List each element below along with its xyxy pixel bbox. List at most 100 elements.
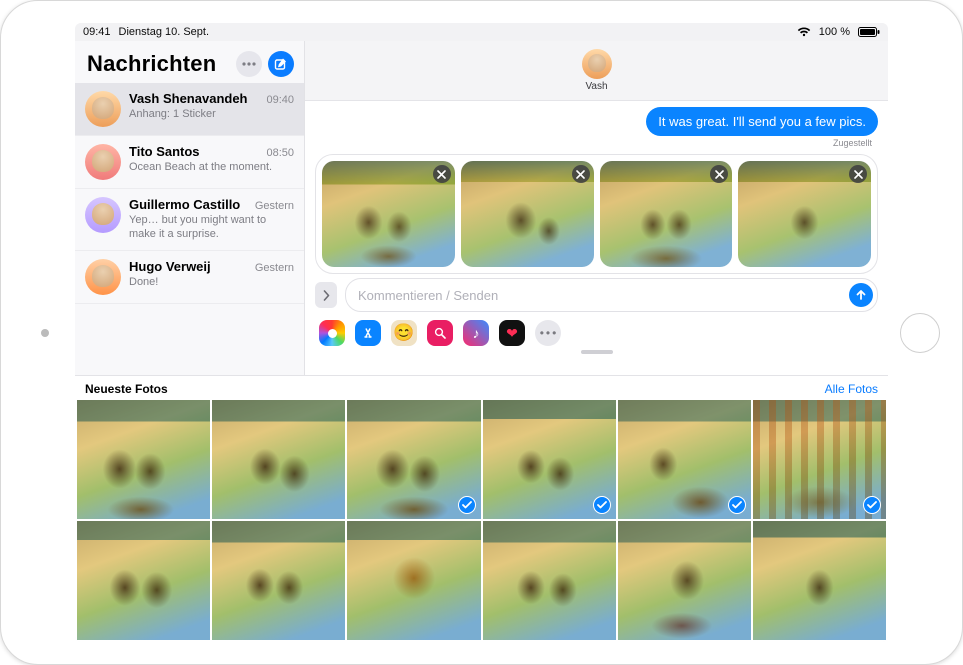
compose-button[interactable] — [268, 51, 294, 77]
ellipsis-icon — [242, 62, 256, 66]
selected-badge — [863, 496, 881, 514]
drawer-images-icon[interactable] — [427, 320, 453, 346]
conversation-name: Hugo Verweij — [129, 259, 211, 274]
conversation-time: Gestern — [255, 200, 294, 212]
conversation-time: 09:40 — [266, 94, 294, 106]
photo-cell[interactable] — [347, 521, 480, 640]
close-icon — [437, 170, 446, 179]
photo-cell[interactable] — [753, 400, 886, 519]
remove-photo-button[interactable] — [572, 165, 590, 183]
check-icon — [597, 501, 607, 509]
all-photos-link[interactable]: Alle Fotos — [825, 382, 878, 396]
chat-panel: Vash It was great. I'll send you a few p… — [305, 41, 888, 375]
avatar — [85, 197, 121, 233]
input-row — [305, 274, 888, 318]
photo-cell[interactable] — [347, 400, 480, 519]
photo-cell[interactable] — [212, 521, 345, 640]
search-icon — [434, 327, 446, 339]
chat-header-name: Vash — [585, 81, 607, 92]
remove-photo-button[interactable] — [710, 165, 728, 183]
arrow-up-icon — [855, 289, 867, 301]
photos-section-title: Neueste Fotos — [85, 382, 168, 396]
conversation-name: Vash Shenavandeh — [129, 91, 248, 106]
photo-cell[interactable] — [753, 521, 886, 640]
staged-photo[interactable] — [461, 161, 594, 267]
photos-section: Neueste Fotos Alle Fotos — [75, 375, 888, 642]
selected-badge — [593, 496, 611, 514]
wifi-icon — [797, 27, 811, 37]
sidebar: Nachrichten — [75, 41, 305, 375]
photos-grid — [75, 400, 888, 642]
staged-photo[interactable] — [738, 161, 871, 267]
photo-cell[interactable] — [483, 400, 616, 519]
photo-cell[interactable] — [77, 521, 210, 640]
close-icon — [715, 170, 724, 179]
conversation-item[interactable]: Tito Santos 08:50 Ocean Beach at the mom… — [75, 136, 304, 189]
staged-photo[interactable] — [600, 161, 733, 267]
expand-apps-button[interactable] — [315, 282, 337, 308]
staged-photos-container — [315, 154, 878, 274]
photo-cell[interactable] — [618, 521, 751, 640]
message-input-wrap — [345, 278, 878, 312]
conversation-time: 08:50 — [266, 147, 294, 159]
conversation-item[interactable]: Vash Shenavandeh 09:40 Anhang: 1 Sticker — [75, 83, 304, 136]
check-icon — [462, 501, 472, 509]
conversation-item[interactable]: Guillermo Castillo Gestern Yep… but you … — [75, 189, 304, 251]
conversation-preview: Anhang: 1 Sticker — [129, 108, 294, 122]
drawer-memoji-icon[interactable]: 😊 — [391, 320, 417, 346]
avatar — [85, 144, 121, 180]
screen: 09:41 Dienstag 10. Sept. 100 % Nachricht… — [75, 23, 888, 642]
app-drawer: 😊 ♪ ❤ ••• — [305, 318, 888, 350]
photo-cell[interactable] — [77, 400, 210, 519]
photo-cell[interactable] — [212, 400, 345, 519]
staged-photo[interactable] — [322, 161, 455, 267]
selected-badge — [728, 496, 746, 514]
status-bar: 09:41 Dienstag 10. Sept. 100 % — [75, 23, 888, 41]
conversation-list: Vash Shenavandeh 09:40 Anhang: 1 Sticker… — [75, 83, 304, 375]
close-icon — [854, 170, 863, 179]
messages-area: It was great. I'll send you a few pics. … — [305, 101, 888, 150]
battery-full-icon — [858, 27, 880, 37]
chat-header[interactable]: Vash — [305, 41, 888, 101]
delivery-status: Zugestellt — [315, 138, 878, 148]
drawer-digitaltouch-icon[interactable]: ❤ — [499, 320, 525, 346]
avatar — [85, 91, 121, 127]
send-button[interactable] — [849, 283, 873, 307]
ipad-device-frame: 09:41 Dienstag 10. Sept. 100 % Nachricht… — [0, 0, 963, 665]
compose-icon — [274, 57, 288, 71]
chat-header-avatar — [582, 49, 612, 79]
photo-cell[interactable] — [483, 521, 616, 640]
conversation-name: Guillermo Castillo — [129, 197, 240, 212]
conversation-time: Gestern — [255, 262, 294, 274]
drawer-more-icon[interactable]: ••• — [535, 320, 561, 346]
drawer-appstore-icon[interactable] — [355, 320, 381, 346]
status-date: Dienstag 10. Sept. — [119, 26, 210, 38]
remove-photo-button[interactable] — [433, 165, 451, 183]
conversation-item[interactable]: Hugo Verweij Gestern Done! — [75, 251, 304, 304]
check-icon — [867, 501, 877, 509]
message-input[interactable] — [358, 288, 849, 303]
drawer-photos-icon[interactable] — [319, 320, 345, 346]
remove-photo-button[interactable] — [849, 165, 867, 183]
selected-badge — [458, 496, 476, 514]
conversation-name: Tito Santos — [129, 144, 200, 159]
front-camera — [41, 329, 49, 337]
avatar — [85, 259, 121, 295]
home-button[interactable] — [900, 313, 940, 353]
outgoing-message-bubble[interactable]: It was great. I'll send you a few pics. — [646, 107, 878, 136]
drawer-handle[interactable] — [581, 350, 613, 354]
conversation-preview: Done! — [129, 276, 294, 290]
close-icon — [576, 170, 585, 179]
sidebar-header: Nachrichten — [75, 41, 304, 83]
more-options-button[interactable] — [236, 51, 262, 77]
status-time: 09:41 — [83, 26, 111, 38]
conversation-preview: Yep… but you might want to make it a sur… — [129, 214, 294, 242]
drawer-music-icon[interactable]: ♪ — [463, 320, 489, 346]
conversation-preview: Ocean Beach at the moment. — [129, 161, 294, 175]
sidebar-title: Nachrichten — [87, 51, 216, 77]
appstore-icon — [361, 326, 375, 340]
photo-cell[interactable] — [618, 400, 751, 519]
check-icon — [732, 501, 742, 509]
battery-percent: 100 % — [819, 26, 850, 38]
chevron-right-icon — [323, 290, 330, 301]
